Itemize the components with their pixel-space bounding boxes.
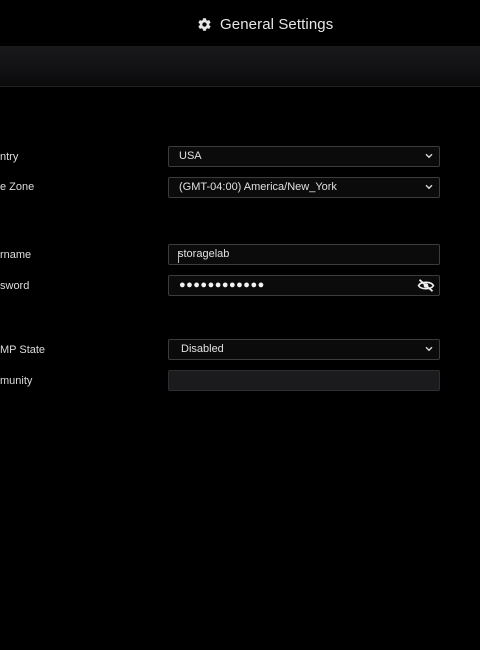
snmp-state-label: MP State <box>0 344 46 356</box>
timezone-select[interactable]: (GMT-04:00) America/New_York <box>168 177 440 198</box>
country-select[interactable]: USA <box>168 146 440 167</box>
text-cursor <box>178 251 179 263</box>
password-label: sword <box>0 280 30 292</box>
eye-off-icon[interactable] <box>416 278 436 293</box>
country-select-value: USA <box>179 150 202 162</box>
chevron-down-icon <box>425 153 433 159</box>
username-label: rname <box>0 249 32 261</box>
page-title-text: General Settings <box>220 15 334 33</box>
community-input[interactable] <box>168 370 440 391</box>
chevron-down-icon <box>425 346 433 352</box>
username-input-value: storagelab <box>178 248 230 260</box>
title-bar: General Settings <box>0 0 480 46</box>
snmp-state-select[interactable]: Disabled <box>168 339 440 360</box>
toolbar-band <box>0 46 480 87</box>
chevron-down-icon <box>425 184 433 190</box>
password-input[interactable]: ●●●●●●●●●●●● <box>168 275 440 296</box>
snmp-state-select-value: Disabled <box>181 343 224 355</box>
timezone-select-value: (GMT-04:00) America/New_York <box>179 181 337 193</box>
page-title: General Settings <box>197 14 333 34</box>
country-label: ntry <box>0 151 19 163</box>
gear-icon <box>197 17 212 32</box>
community-label: munity <box>0 375 33 387</box>
username-input[interactable]: storagelab <box>168 244 440 265</box>
timezone-label: e Zone <box>0 181 35 193</box>
password-input-value: ●●●●●●●●●●●● <box>179 279 265 291</box>
settings-page: General Settings ntry USA e Zone (GMT-04… <box>0 0 480 650</box>
